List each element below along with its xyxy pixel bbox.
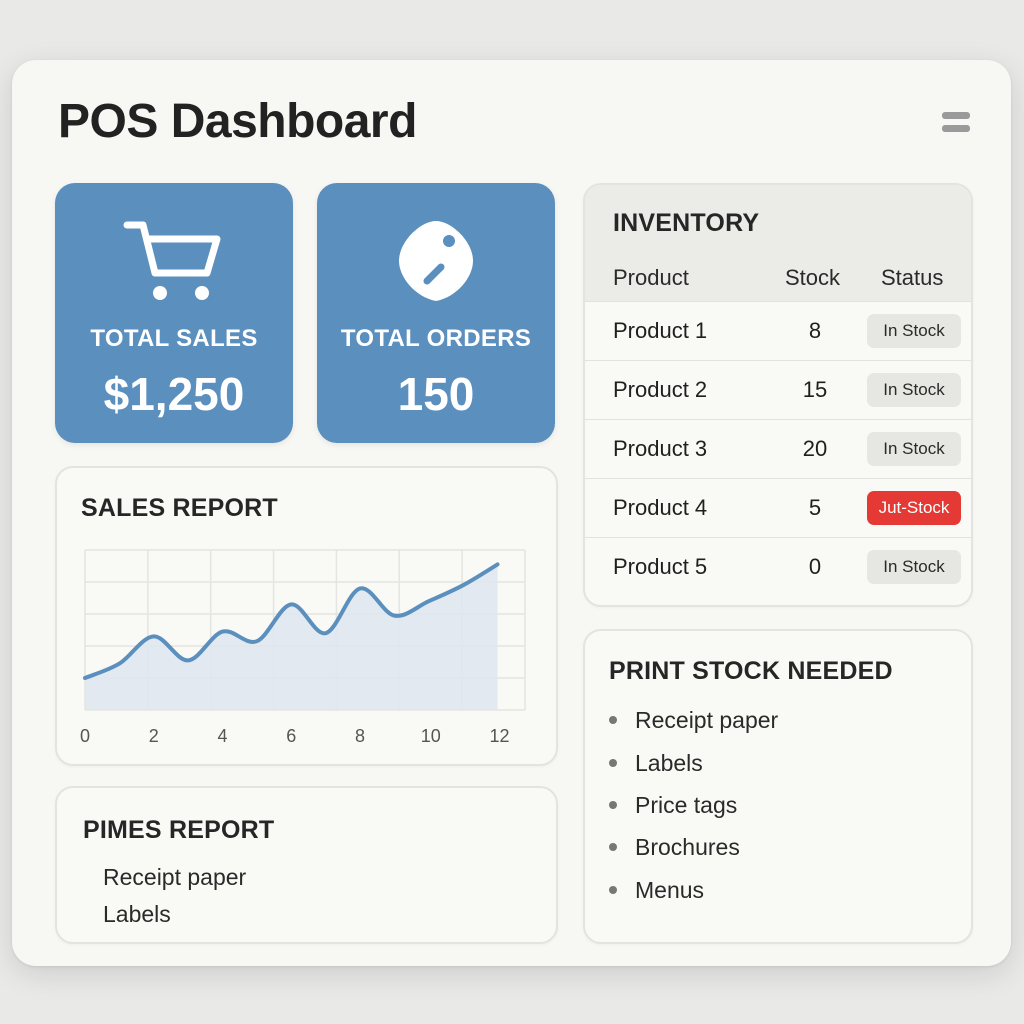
- bullet-icon: [609, 759, 617, 768]
- x-tick-label: 8: [355, 726, 365, 746]
- list-item: Labels: [103, 901, 171, 927]
- table-row[interactable]: Product 4 5 Jut-Stock: [585, 478, 971, 537]
- product-name: Product 2: [613, 377, 708, 402]
- menu-icon[interactable]: [942, 112, 970, 138]
- list-item-label: Receipt paper: [635, 707, 779, 733]
- product-stock: 15: [802, 377, 828, 402]
- x-tick-label: 2: [149, 726, 159, 746]
- x-tick-label: 10: [421, 726, 441, 746]
- bullet-icon: [609, 843, 617, 852]
- list-item-label: Labels: [635, 750, 703, 776]
- product-stock: 20: [802, 436, 828, 461]
- list-item: Price tags: [609, 792, 737, 819]
- shopping-cart-icon: [55, 217, 293, 307]
- bullet-icon: [609, 886, 617, 895]
- dashboard-window: POS Dashboard TOTAL SALES $1,250 TOTAL O…: [12, 60, 1011, 966]
- list-item-label: Menus: [635, 877, 705, 903]
- product-stock: 0: [808, 554, 822, 579]
- total-orders-label: TOTAL ORDERS: [340, 325, 532, 352]
- bullet-icon: [609, 801, 617, 810]
- list-item: Brochures: [609, 834, 740, 861]
- column-header-status[interactable]: Status: [881, 265, 943, 291]
- product-name: Product 1: [613, 318, 708, 343]
- status-badge: In Stock: [867, 550, 961, 584]
- list-item: Receipt paper: [103, 864, 247, 890]
- table-row[interactable]: Product 5 0 In Stock: [585, 537, 971, 596]
- product-stock: 8: [808, 318, 822, 343]
- product-stock: 5: [808, 495, 822, 520]
- product-name: Product 5: [613, 554, 708, 579]
- status-badge: In Stock: [867, 432, 961, 466]
- x-tick-label: 4: [217, 726, 227, 746]
- inventory-title: INVENTORY: [613, 209, 760, 237]
- column-header-product[interactable]: Product: [613, 265, 689, 291]
- bullet-icon: [609, 716, 617, 725]
- list-item-label: Price tags: [635, 792, 738, 818]
- product-name: Product 3: [613, 436, 708, 461]
- sales-chart: 0 2 4 6 8 10 12: [80, 549, 526, 746]
- print-stock-panel: PRINT STOCK NEEDED Receipt paper Labels …: [583, 629, 973, 944]
- status-badge: Jut-Stock: [867, 491, 961, 525]
- status-badge: In Stock: [867, 373, 961, 407]
- table-row[interactable]: Product 2 15 In Stock: [585, 360, 971, 419]
- list-item: Menus: [609, 877, 704, 904]
- x-tick-label: 6: [286, 726, 296, 746]
- total-sales-value: $1,250: [103, 368, 245, 420]
- total-orders-card[interactable]: TOTAL ORDERS 150: [317, 183, 555, 443]
- pimes-report-panel: PIMES REPORT Receipt paper Labels: [55, 786, 558, 944]
- status-badge: In Stock: [867, 314, 961, 348]
- print-stock-title: PRINT STOCK NEEDED: [609, 657, 893, 685]
- inventory-panel: INVENTORY Product Stock Status Product 1…: [583, 183, 973, 607]
- total-orders-value: 150: [397, 368, 475, 420]
- table-row[interactable]: Product 3 20 In Stock: [585, 419, 971, 478]
- product-name: Product 4: [613, 495, 708, 520]
- table-row[interactable]: Product 1 8 In Stock: [585, 301, 971, 360]
- list-item-label: Brochures: [635, 834, 740, 860]
- pimes-report-title: PIMES REPORT: [83, 816, 275, 844]
- total-sales-label: TOTAL SALES: [90, 325, 258, 352]
- list-item: Labels: [609, 750, 703, 777]
- column-header-stock[interactable]: Stock: [785, 265, 840, 291]
- x-tick-label: 0: [80, 726, 90, 746]
- price-tag-icon: [317, 217, 555, 307]
- x-tick-label: 12: [489, 726, 509, 746]
- list-item: Receipt paper: [609, 707, 778, 734]
- sales-report-panel: SALES REPORT 0 2 4 6 8 10 12: [55, 466, 558, 766]
- total-sales-card[interactable]: TOTAL SALES $1,250: [55, 183, 293, 443]
- page-title: POS Dashboard: [58, 95, 417, 148]
